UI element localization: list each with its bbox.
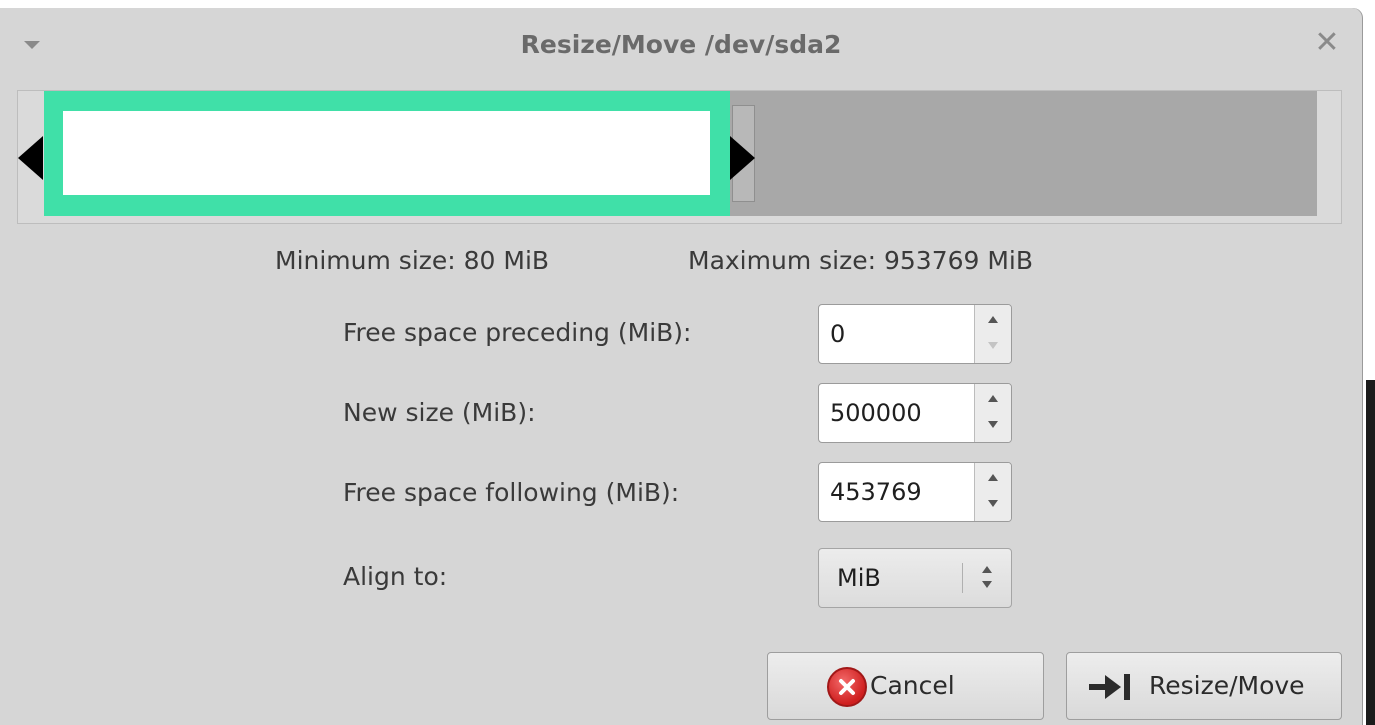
free-space-preceding-spinner[interactable]: 0 <box>818 304 1012 364</box>
resize-handle-left[interactable] <box>18 136 43 180</box>
new-size-value[interactable]: 500000 <box>830 384 922 442</box>
minimum-size-label: Minimum size: 80 MiB <box>275 246 550 275</box>
align-to-dropdown[interactable]: MiB <box>818 548 1012 608</box>
free-space-following-spinner[interactable]: 453769 <box>818 462 1012 522</box>
free-space-preceding-label: Free space preceding (MiB): <box>343 318 692 347</box>
partition-used-area <box>63 111 710 195</box>
free-space-following-value[interactable]: 453769 <box>830 463 922 521</box>
resize-move-dialog: Resize/Move /dev/sda2 ✕ Minimum size: 80… <box>0 8 1362 725</box>
cancel-button-label: Cancel <box>870 671 955 700</box>
increment-button[interactable] <box>975 384 1011 413</box>
background-window-bar <box>1366 380 1375 725</box>
align-to-label: Align to: <box>343 562 448 591</box>
new-size-label: New size (MiB): <box>343 398 536 427</box>
increment-button[interactable] <box>975 463 1011 492</box>
decrement-button <box>975 334 1011 363</box>
resize-move-button[interactable]: Resize/Move <box>1066 652 1342 720</box>
titlebar: Resize/Move /dev/sda2 ✕ <box>0 8 1362 78</box>
dropdown-separator <box>962 563 963 593</box>
cancel-icon <box>827 667 867 707</box>
spinner-arrows <box>974 305 1011 363</box>
partition-graphic <box>17 90 1342 224</box>
align-to-value: MiB <box>837 564 881 592</box>
increment-button[interactable] <box>975 305 1011 334</box>
decrement-button[interactable] <box>975 413 1011 442</box>
up-down-arrows-icon <box>979 563 995 593</box>
partition-block[interactable] <box>44 91 730 216</box>
background-window-edge <box>1362 0 1375 725</box>
window-title: Resize/Move /dev/sda2 <box>520 30 842 59</box>
resize-move-button-label: Resize/Move <box>1149 671 1305 700</box>
maximum-size-label: Maximum size: 953769 MiB <box>688 246 1034 275</box>
spinner-arrows <box>974 384 1011 442</box>
close-icon[interactable]: ✕ <box>1312 28 1342 58</box>
new-size-spinner[interactable]: 500000 <box>818 383 1012 443</box>
arrow-to-bar-icon <box>1089 674 1130 700</box>
spinner-arrows <box>974 463 1011 521</box>
free-space-following-label: Free space following (MiB): <box>343 478 680 507</box>
decrement-button[interactable] <box>975 492 1011 521</box>
cancel-button[interactable]: Cancel <box>767 652 1044 720</box>
resize-handle-right[interactable] <box>730 136 755 180</box>
free-space-preceding-value[interactable]: 0 <box>830 305 845 363</box>
